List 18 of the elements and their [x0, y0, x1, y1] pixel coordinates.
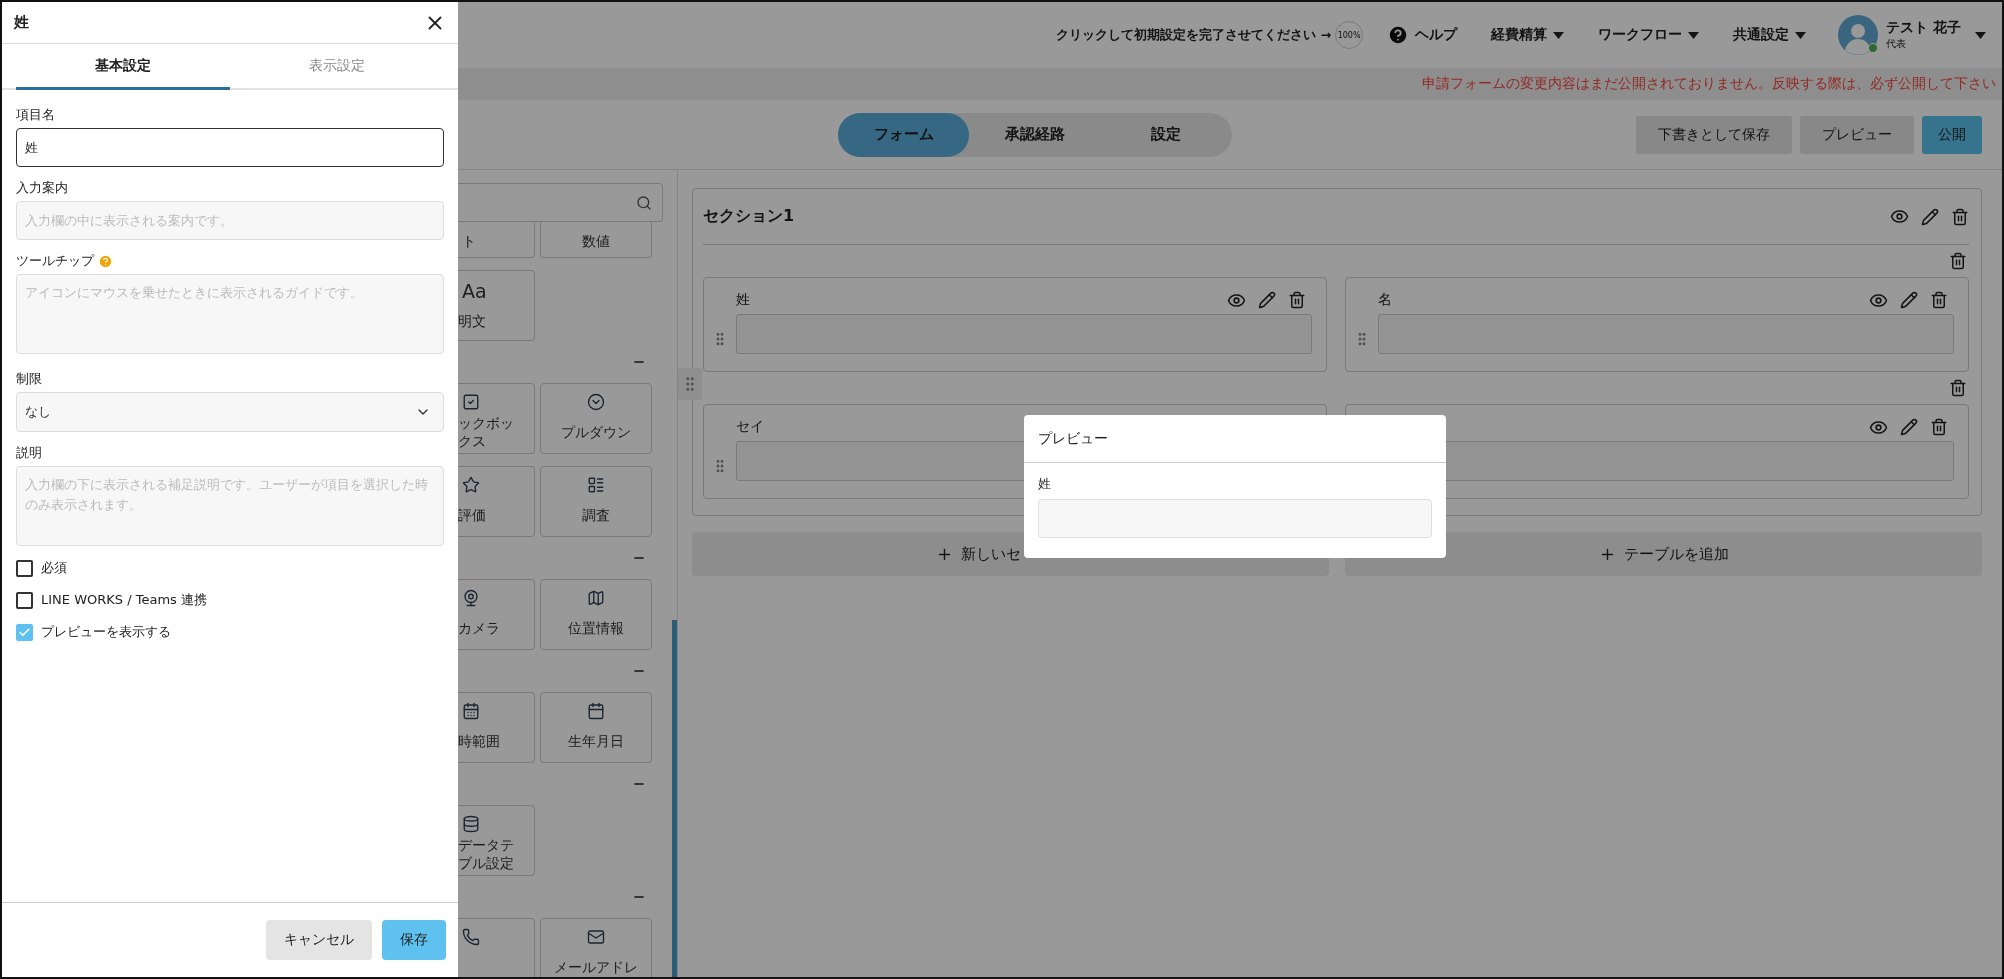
dialog-title: プレビュー [1038, 429, 1108, 448]
field-label: 名 [1378, 291, 1392, 309]
field-label: 項目名 [16, 106, 55, 124]
drawer-title: 姓 [14, 13, 29, 32]
field-label: ツールチップ [16, 252, 94, 270]
checkbox-label: LINE WORKS / Teams 連携 [41, 591, 207, 609]
field-label: 入力案内 [16, 179, 68, 197]
field-label: 姓 [1038, 475, 1052, 493]
section-title: セクション1 [703, 206, 795, 227]
user-role: 代表 [1886, 37, 1908, 51]
unpublished-notice: 申請フォームの変更内容はまだ公開されておりません。反映する際は、必ず公開して下さい [1422, 75, 1996, 93]
checkbox-label: プレビューを表示する [41, 623, 171, 641]
field-label: 説明 [16, 444, 42, 462]
field-label: 姓 [736, 291, 750, 309]
checkbox-label: 必須 [41, 559, 67, 577]
field-label: 制限 [16, 370, 42, 388]
field-label: セイ [736, 418, 764, 436]
text-glyph: Aa [462, 280, 487, 302]
